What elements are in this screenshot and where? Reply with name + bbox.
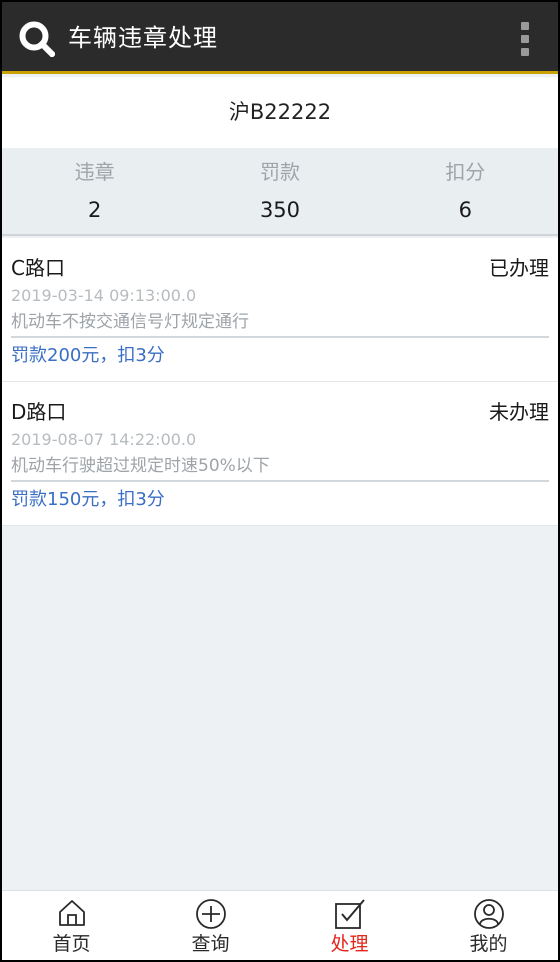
app-header: 车辆违章处理 [2,2,558,74]
fine-total: 350 [259,198,301,222]
query-icon [195,899,226,929]
record-penalty: 罚款200元，扣3分 [11,345,165,366]
more-vertical-icon[interactable] [520,22,530,56]
fine-label: 罚款 [259,160,300,184]
bottom-nav: 首页 查询 处理 我的 [2,890,558,960]
violation-record[interactable]: C路口 已办理 2019-03-14 09:13:00.0 机动车不按交通信号灯… [2,238,558,382]
record-description: 机动车行驶超过规定时速50%以下 [11,456,270,476]
record-time: 2019-03-14 09:13:00.0 [11,286,197,305]
violation-record[interactable]: D路口 未办理 2019-08-07 14:22:00.0 机动车行驶超过规定时… [2,382,558,526]
points-label: 扣分 [445,160,486,184]
record-status: 未办理 [489,400,549,424]
record-time: 2019-08-07 14:22:00.0 [11,430,197,449]
search-icon[interactable] [19,21,55,57]
summary-points: 扣分 6 [373,148,558,234]
summary-violations: 违章 2 [2,148,187,234]
nav-mine[interactable]: 我的 [419,891,558,960]
summary-fine: 罚款 350 [187,148,372,234]
nav-query-label: 查询 [191,933,230,955]
points-total: 6 [458,198,472,222]
divider [11,480,549,482]
page-title: 车辆违章处理 [68,24,218,52]
nav-query[interactable]: 查询 [141,891,280,960]
checkbox-icon [334,899,365,929]
record-location: D路口 [11,400,67,424]
nav-mine-label: 我的 [469,933,508,955]
user-icon [473,899,504,929]
divider [11,336,549,338]
plate-number: 沪B22222 [2,77,558,148]
nav-handle[interactable]: 处理 [280,891,419,960]
record-location: C路口 [11,256,65,280]
app-screen: 车辆违章处理 沪B22222 违章 2 罚款 350 扣分 6 C路口 已办理 … [2,2,558,960]
nav-home[interactable]: 首页 [2,891,141,960]
violations-count: 2 [87,198,102,222]
violations-label: 违章 [74,160,115,184]
record-status: 已办理 [489,256,549,280]
home-icon [58,900,85,926]
violation-summary: 违章 2 罚款 350 扣分 6 [2,148,558,236]
nav-home-label: 首页 [52,933,91,955]
nav-handle-label: 处理 [330,933,369,955]
record-description: 机动车不按交通信号灯规定通行 [11,312,249,332]
record-penalty: 罚款150元，扣3分 [11,489,165,510]
